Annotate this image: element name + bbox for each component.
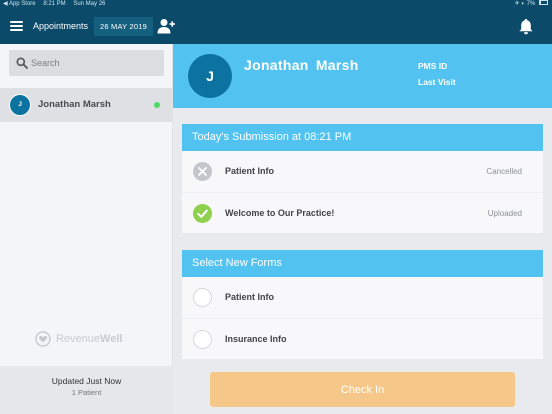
revenuewell-logo: RevenueWell: [35, 331, 145, 347]
form-name: Insurance Info: [225, 334, 287, 344]
status-time: 8:21 PM: [43, 1, 66, 7]
search-input[interactable]: [31, 50, 159, 76]
form-name: Patient Info: [225, 166, 274, 176]
uploaded-check-icon: [193, 204, 212, 223]
nav-title[interactable]: Appointments: [33, 9, 88, 44]
new-form-row[interactable]: Patient Info: [182, 277, 543, 318]
form-select-radio[interactable]: [193, 330, 212, 349]
form-status: Cancelled: [486, 167, 522, 176]
forms-panel: Today's Submission at 08:21 PM Patient I…: [173, 108, 552, 366]
search-icon: [16, 57, 28, 69]
pms-id-label: PMS ID: [418, 61, 448, 71]
heart-logo-icon: [35, 331, 51, 347]
bell-icon[interactable]: [518, 18, 534, 35]
back-to-app-link[interactable]: ◀ App Store: [3, 1, 36, 7]
check-in-button[interactable]: Check In: [210, 372, 515, 407]
brand-name-bold: Well: [100, 333, 123, 345]
submitted-form-row[interactable]: Welcome to Our Practice! Uploaded: [182, 192, 543, 233]
battery-icon: [539, 0, 548, 5]
submitted-form-row[interactable]: Patient Info Cancelled: [182, 151, 543, 192]
patient-count: 1 Patient: [71, 388, 102, 397]
form-name: Patient Info: [225, 292, 274, 302]
date-picker-button[interactable]: 26 MAY 2019: [94, 17, 153, 36]
cancelled-x-icon: [193, 162, 212, 181]
brand-name-light: Revenue: [56, 333, 101, 345]
select-new-forms-section: Select New Forms Patient Info Insurance …: [182, 250, 543, 359]
status-date: Sun May 26: [73, 1, 106, 7]
patient-avatar-large: J: [188, 54, 232, 98]
todays-submission-section: Today's Submission at 08:21 PM Patient I…: [182, 124, 543, 233]
patient-list-item[interactable]: J Jonathan Marsh: [0, 88, 172, 122]
online-status-dot: [154, 102, 160, 108]
patient-name: Jonathan Marsh: [38, 99, 111, 110]
patient-sidebar: J Jonathan Marsh RevenueWell: [0, 44, 173, 366]
new-forms-title: Select New Forms: [182, 250, 543, 277]
form-select-radio[interactable]: [193, 288, 212, 307]
status-bar: ◀ App Store 8:21 PM Sun May 26 ✈ ◐ 7%: [0, 0, 552, 9]
submission-title: Today's Submission at 08:21 PM: [182, 124, 543, 151]
hamburger-icon[interactable]: [10, 21, 23, 31]
sidebar-footer: Updated Just Now 1 Patient: [0, 366, 173, 414]
patient-avatar: J: [9, 94, 31, 116]
last-visit-label: Last Visit: [418, 77, 456, 87]
add-user-icon[interactable]: [157, 18, 175, 34]
search-box[interactable]: [9, 50, 164, 76]
patient-header-name: Jonathan Marsh: [244, 57, 359, 73]
form-status: Uploaded: [487, 209, 522, 218]
last-updated-text: Updated Just Now: [51, 376, 122, 386]
top-navigation-bar: Appointments 26 MAY 2019: [0, 9, 552, 44]
checkin-bar: Check In: [173, 366, 552, 414]
patient-header: J Jonathan Marsh PMS ID Last Visit: [173, 44, 552, 108]
form-name: Welcome to Our Practice!: [225, 208, 335, 218]
new-form-row[interactable]: Insurance Info: [182, 318, 543, 359]
status-indicators: ✈ ◐ 7%: [514, 1, 536, 7]
